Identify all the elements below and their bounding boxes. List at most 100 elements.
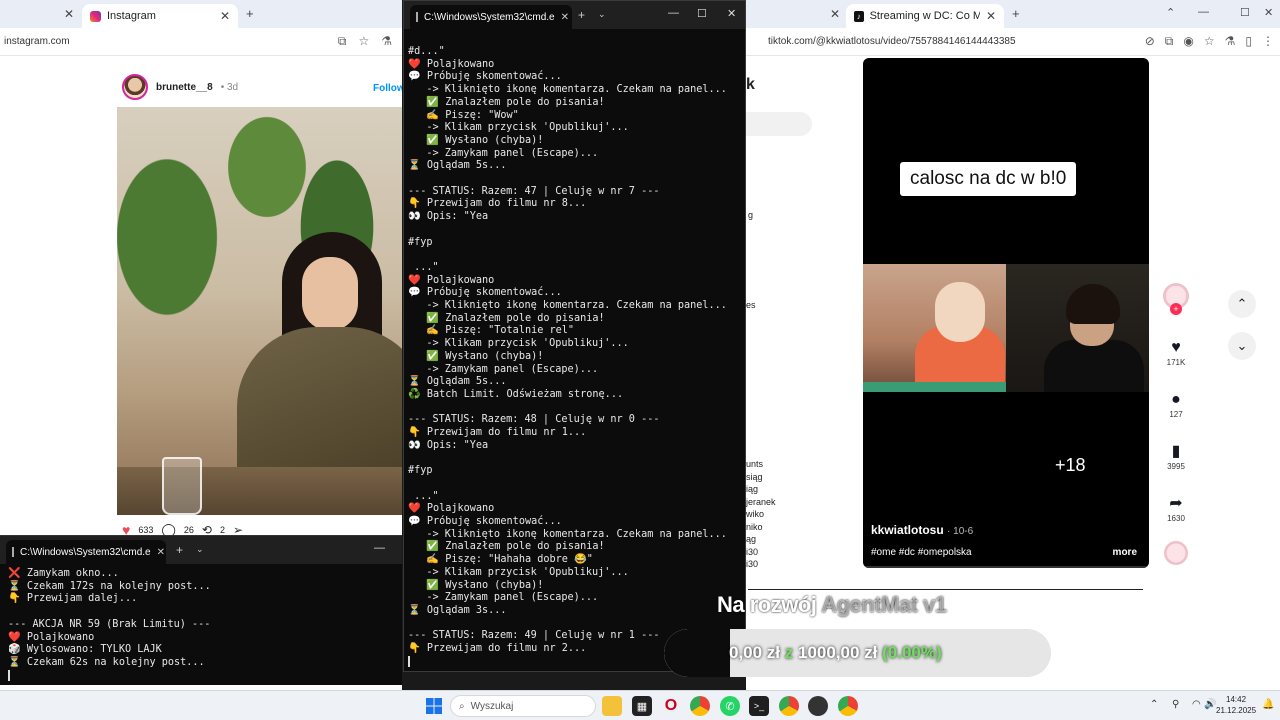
creator-avatar[interactable]: + [1160,283,1192,315]
bookmark-star-icon[interactable]: ☆ [1204,34,1215,49]
opera-icon[interactable]: O [661,696,681,716]
windows-taskbar: ⌕ Wyszukaj ▦ O ✆ >_ ⌃ ⚲ ◠ 🔊 14:42 21.12.… [0,690,1280,720]
close-window-icon[interactable]: ✕ [727,7,736,20]
author-name[interactable]: kkwiatlotosu [871,523,944,537]
frame-face [935,282,985,342]
clock-time: 14:42 [1226,695,1247,704]
visibility-icon[interactable]: ◉ [1183,34,1193,49]
windows-start-icon[interactable] [424,696,444,716]
lab-flask-icon[interactable]: ⚗ [1225,34,1236,49]
chevron-down-icon[interactable]: ⌄ [598,9,606,20]
minimize-icon[interactable]: — [1198,6,1209,18]
more-icon[interactable]: ⋮ [1262,34,1274,49]
follow-plus-icon[interactable]: + [1170,303,1182,315]
previous-video-button[interactable]: ⌃ [1228,290,1256,318]
like-action[interactable]: ♥ 171K [1160,338,1192,367]
close-tab-icon[interactable]: ✕ [561,12,569,23]
panel-list: unts siąg iąg jeranek wiko niko ąg i30 i30 [746,458,776,571]
tray-caret-icon[interactable]: ⌃ [1150,699,1158,710]
panel-list-item[interactable]: siąg [746,471,776,484]
more-button[interactable]: more [1113,547,1137,558]
panel-list-item[interactable]: ąg [746,533,776,546]
chrome-icon[interactable] [779,696,799,716]
new-tab-icon[interactable]: + [578,8,585,22]
panel-list-item[interactable]: i30 [746,546,776,559]
sound-avatar[interactable] [1160,541,1192,565]
panel-list-item[interactable]: iąg [746,483,776,496]
minimize-icon[interactable]: — [374,542,385,554]
install-app-icon[interactable]: ⧉ [338,34,347,49]
terminal-line: ✅ Znalazłem pole do pisania! [408,312,605,324]
tab-tiktok[interactable]: ♪ Streaming w DC: Co Musi ✕ [846,4,1004,28]
close-tab-icon[interactable]: ✕ [64,7,74,21]
heart-icon[interactable]: ♥ [1160,338,1192,358]
terminal-output[interactable]: ❌ Zamykam okno... ⏳ Czekam 172s na kolejn… [0,564,402,683]
video-author[interactable]: kkwiatlotosu · 10-6 [871,523,973,537]
close-tab-icon[interactable]: ✕ [157,547,165,558]
bookmark-icon[interactable]: ▮ [1160,442,1192,462]
tab-instagram[interactable]: Instagram ✕ [82,4,238,28]
close-tab-icon[interactable]: ✕ [830,7,840,21]
minimize-icon[interactable]: — [668,7,679,19]
panel-list-item[interactable]: i30 [746,558,776,571]
terminal-tab[interactable]: C:\Windows\System32\cmd.e ✕ [410,5,572,29]
chevron-down-icon[interactable]: ⌄ [196,544,204,555]
url-text[interactable]: tiktok.com/@kkwiatlotosu/video/755788414… [768,36,1016,47]
post-username[interactable]: brunette__8 [156,82,213,93]
share-arrow-icon[interactable]: ➦ [1160,494,1192,514]
terminal-line: ❤️ Polajkowano [408,274,495,286]
panel-search[interactable] [746,112,812,136]
comment-bubble-icon[interactable]: ● [1160,390,1192,410]
close-tab-icon[interactable]: ✕ [986,9,996,23]
terminal-tab[interactable]: C:\Windows\System32\cmd.e ✕ [6,540,166,564]
wifi-icon[interactable]: ◠ [1192,699,1201,710]
post-photo[interactable] [117,107,402,515]
comment-action[interactable]: ● 127 [1160,390,1192,419]
share-action[interactable]: ➦ 1630 [1160,494,1192,523]
sidebar-icon[interactable]: ▯ [1245,34,1252,49]
follow-button[interactable]: Follow [373,83,402,94]
maximize-icon[interactable]: ☐ [697,7,707,20]
save-action[interactable]: ▮ 3995 [1160,442,1192,471]
new-tab-icon[interactable]: + [1012,6,1020,21]
volume-icon[interactable]: 🔊 [1204,699,1216,710]
video-hashtags[interactable]: #ome #dc #omepolska [871,547,972,558]
address-bar[interactable]: instagram.com ⧉ ☆ ⚗ [0,28,402,56]
new-tab-icon[interactable]: + [176,543,183,557]
panel-list-item[interactable]: niko [746,521,776,534]
lab-flask-icon[interactable]: ⚗ [381,34,392,49]
video-progress-track[interactable] [863,566,1149,568]
network-icon[interactable]: ⚲ [1172,699,1179,710]
taskbar-clock[interactable]: 14:42 21.12.2025 [1216,694,1256,716]
terminal-icon[interactable]: >_ [749,696,769,716]
taskbar-search[interactable]: ⌕ Wyszukaj [450,695,596,717]
terminal-prompt[interactable] [8,669,402,683]
file-explorer-icon[interactable] [602,696,622,716]
panel-list-item[interactable]: jeranek [746,496,776,509]
progress-separator: z [780,643,798,662]
maximize-icon[interactable]: ☐ [1240,6,1250,19]
install-app-icon[interactable]: ⧉ [1165,34,1174,49]
eye-off-icon[interactable]: ⊘ [1145,34,1155,49]
next-video-button[interactable]: ⌄ [1228,332,1256,360]
address-bar[interactable]: tiktok.com/@kkwiatlotosu/video/755788414… [746,28,1280,56]
tiktok-video-player[interactable]: calosc na dc w b!0 +18 kkwiatlotosu · 10… [863,58,1149,568]
clock-date: 21.12.2025 [1216,706,1257,715]
whatsapp-icon[interactable]: ✆ [720,696,740,716]
chrome-icon[interactable] [690,696,710,716]
chrome-icon[interactable] [838,696,858,716]
bookmark-star-icon[interactable]: ☆ [358,34,369,49]
new-tab-icon[interactable]: + [246,6,254,21]
panel-list-item[interactable]: unts [746,458,776,471]
panel-list-item[interactable]: wiko [746,508,776,521]
notification-bell-icon[interactable]: 🔔 [1262,699,1274,710]
terminal-output[interactable]: #d..." ❤️ Polajkowano 💬 Próbuję skomentowa… [404,29,745,669]
post-time-value: 3d [226,81,239,93]
chrome-profile-icon[interactable] [808,696,828,716]
url-text[interactable]: instagram.com [4,36,70,47]
avatar[interactable] [122,74,148,100]
close-tab-icon[interactable]: ✕ [220,9,230,23]
store-icon[interactable]: ▦ [632,696,652,716]
terminal-tab-bar: C:\Windows\System32\cmd.e ✕ + ⌄ — [0,536,402,564]
close-window-icon[interactable]: ✕ [1264,6,1273,19]
